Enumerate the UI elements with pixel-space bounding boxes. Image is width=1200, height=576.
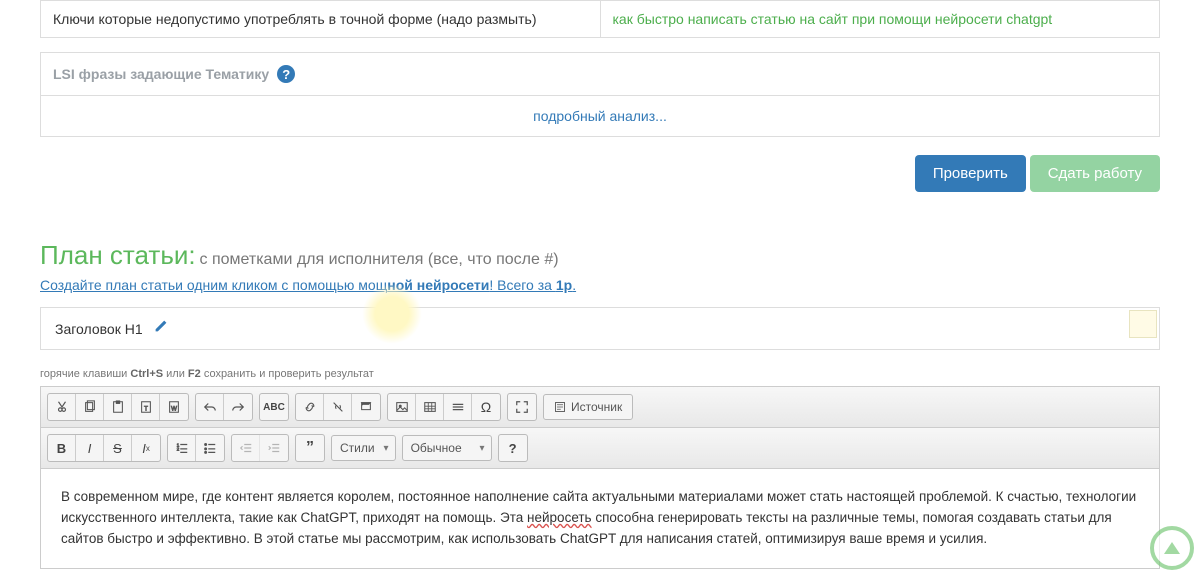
about-icon[interactable]: ? bbox=[499, 435, 527, 461]
paste-icon[interactable] bbox=[104, 394, 132, 420]
action-buttons: Проверить Сдать работу bbox=[40, 155, 1160, 192]
strike-icon[interactable]: S bbox=[104, 435, 132, 461]
h1-label: Заголовок H1 bbox=[55, 321, 143, 337]
bullet-list-icon[interactable] bbox=[196, 435, 224, 461]
lsi-header: LSI фразы задающие Тематику ? bbox=[41, 53, 1159, 95]
rich-text-editor: T W ABC Ω bbox=[40, 386, 1160, 569]
spellcheck-icon[interactable]: ABC bbox=[260, 394, 288, 420]
editor-toolbar-row2: B I S Ix 12 ” Стили Обычное bbox=[41, 428, 1159, 469]
hot-mid: или bbox=[163, 368, 188, 380]
svg-text:2: 2 bbox=[176, 447, 179, 452]
copy-icon[interactable] bbox=[76, 394, 104, 420]
anchor-icon[interactable] bbox=[352, 394, 380, 420]
source-button[interactable]: Источник bbox=[543, 394, 633, 420]
hotkeys-hint: горячие клавиши Ctrl+S или F2 сохранить … bbox=[40, 368, 1160, 380]
hr-icon[interactable] bbox=[444, 394, 472, 420]
plan-link-price: 1р bbox=[556, 277, 572, 293]
link-icon[interactable] bbox=[296, 394, 324, 420]
styles-dropdown[interactable]: Стили bbox=[331, 435, 396, 461]
submit-button[interactable]: Сдать работу bbox=[1030, 155, 1160, 192]
editor-toolbar-row1: T W ABC Ω bbox=[41, 387, 1159, 428]
create-plan-link[interactable]: Создайте план статьи одним кликом с помо… bbox=[40, 277, 576, 293]
italic-icon[interactable]: I bbox=[76, 435, 104, 461]
maximize-icon[interactable] bbox=[508, 394, 536, 420]
format-label: Обычное bbox=[411, 441, 462, 455]
specialchar-icon[interactable]: Ω bbox=[472, 394, 500, 420]
keys-right-cell: как быстро написать статью на сайт при п… bbox=[600, 1, 1160, 38]
h1-heading-box: Заголовок H1 bbox=[40, 307, 1160, 350]
redo-icon[interactable] bbox=[224, 394, 252, 420]
bold-icon[interactable]: B bbox=[48, 435, 76, 461]
lsi-panel: LSI фразы задающие Тематику ? подробный … bbox=[40, 52, 1160, 137]
scroll-to-top-button[interactable] bbox=[1150, 526, 1194, 570]
image-icon[interactable] bbox=[388, 394, 416, 420]
svg-text:W: W bbox=[171, 406, 177, 413]
editor-content[interactable]: В современном мире, где контент является… bbox=[41, 469, 1159, 568]
plan-link-text-1: Создайте план статьи одним кликом с помо… bbox=[40, 277, 387, 293]
remove-format-icon[interactable]: Ix bbox=[132, 435, 160, 461]
table-icon[interactable] bbox=[416, 394, 444, 420]
cut-icon[interactable] bbox=[48, 394, 76, 420]
hot-k2: F2 bbox=[188, 368, 201, 380]
plan-link-text-2: ! Всего за bbox=[489, 277, 555, 293]
hot-pre: горячие клавиши bbox=[40, 368, 130, 380]
numbered-list-icon[interactable]: 12 bbox=[168, 435, 196, 461]
plan-link-dot: . bbox=[572, 277, 576, 293]
plan-title: План статьи: bbox=[40, 240, 196, 270]
keys-table: Ключи которые недопустимо употреблять в … bbox=[40, 0, 1160, 38]
paste-text-icon[interactable]: T bbox=[132, 394, 160, 420]
hot-post: сохранить и проверить результат bbox=[201, 368, 374, 380]
check-button[interactable]: Проверить bbox=[915, 155, 1026, 192]
source-label: Источник bbox=[571, 400, 622, 414]
plan-subtitle: с пометками для исполнителя (все, что по… bbox=[200, 251, 559, 268]
lsi-title: LSI фразы задающие Тематику bbox=[53, 66, 269, 82]
spell-error-word[interactable]: нейросеть bbox=[527, 510, 592, 525]
lsi-analysis-link[interactable]: подробный анализ... bbox=[41, 95, 1159, 136]
hot-k1: Ctrl+S bbox=[130, 368, 163, 380]
plan-link-bold: ной нейросети bbox=[387, 277, 489, 293]
keys-left-cell: Ключи которые недопустимо употреблять в … bbox=[41, 1, 601, 38]
svg-text:T: T bbox=[144, 406, 148, 413]
edit-icon[interactable] bbox=[153, 320, 167, 337]
outdent-icon[interactable] bbox=[232, 435, 260, 461]
unlink-icon[interactable] bbox=[324, 394, 352, 420]
thumbnail-icon[interactable] bbox=[1129, 310, 1157, 338]
help-icon[interactable]: ? bbox=[277, 65, 295, 83]
format-dropdown[interactable]: Обычное bbox=[402, 435, 492, 461]
indent-icon[interactable] bbox=[260, 435, 288, 461]
styles-label: Стили bbox=[340, 441, 375, 455]
undo-icon[interactable] bbox=[196, 394, 224, 420]
paste-word-icon[interactable]: W bbox=[160, 394, 188, 420]
blockquote-icon[interactable]: ” bbox=[296, 435, 324, 461]
article-plan-section: План статьи: с пометками для исполнителя… bbox=[40, 240, 1160, 569]
